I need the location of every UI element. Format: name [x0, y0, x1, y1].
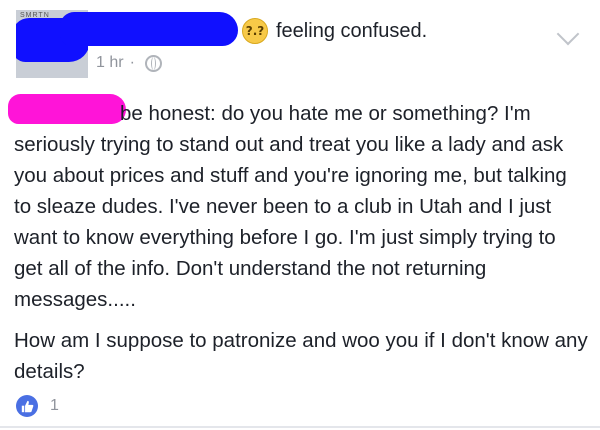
globe-icon[interactable]	[144, 54, 162, 72]
reactions-bar[interactable]: 1	[16, 395, 59, 417]
meta-separator: ·	[129, 54, 135, 71]
post-paragraph-2: How am I suppose to patronize and woo yo…	[14, 329, 588, 383]
feeling-status: ?.? feeling confused.	[242, 18, 427, 44]
facebook-post: SMRTN ?.? feeling confused. 1 hr · be ho…	[0, 0, 600, 430]
post-paragraph-1: be honest: do you hate me or something? …	[14, 102, 567, 311]
post-meta: 1 hr ·	[96, 54, 162, 72]
chevron-down-icon[interactable]	[556, 22, 580, 46]
post-body: be honest: do you hate me or something? …	[14, 98, 588, 387]
divider	[0, 426, 600, 428]
like-thumb-icon	[16, 395, 38, 417]
reaction-count: 1	[50, 397, 59, 414]
confused-face-icon: ?.?	[242, 18, 268, 44]
author-name-redaction[interactable]	[60, 12, 238, 46]
feeling-label: feeling confused.	[276, 19, 428, 42]
timestamp[interactable]: 1 hr	[96, 54, 124, 72]
